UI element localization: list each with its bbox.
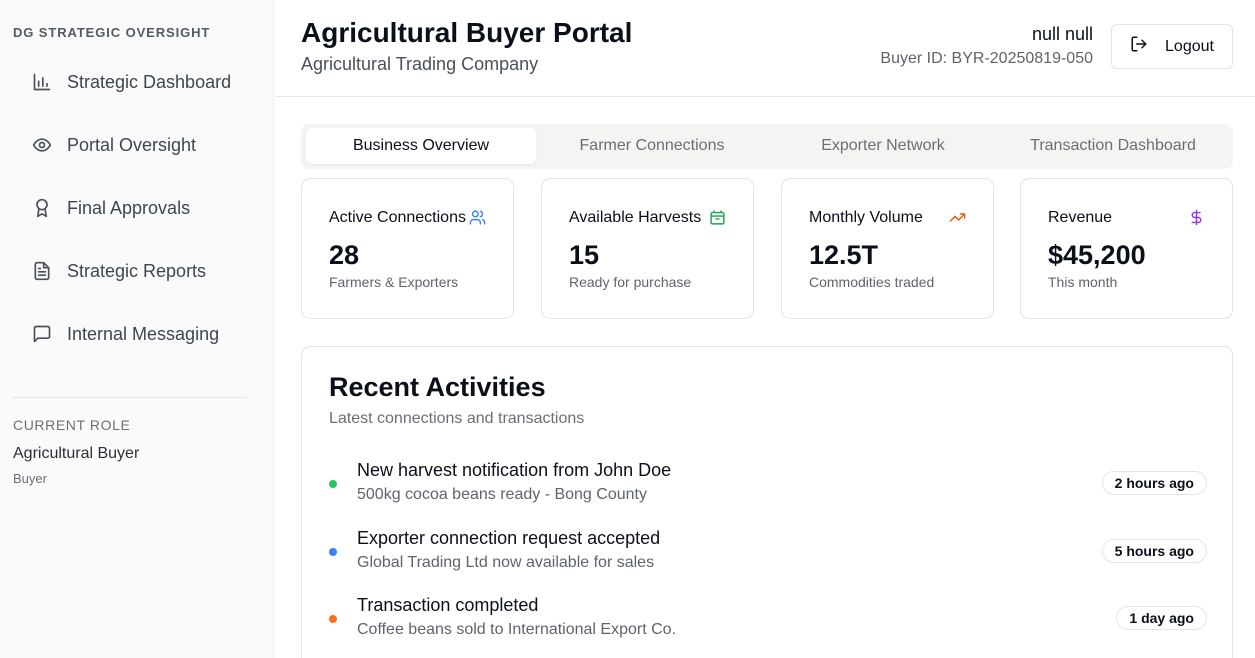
- stat-label: Available Harvests: [569, 209, 702, 226]
- stat-card-monthly-volume: Monthly Volume 12.5T Commodities traded: [781, 178, 994, 319]
- stat-subtext: Farmers & Exporters: [329, 274, 459, 290]
- stat-subtext: This month: [1048, 274, 1118, 290]
- user-name: null null: [1031, 24, 1093, 44]
- page-header: Agricultural Buyer Portal Agricultural T…: [275, 0, 1255, 97]
- logout-icon: [1130, 35, 1148, 58]
- stat-label: Active Connections: [329, 209, 466, 226]
- stat-value: 28: [329, 240, 360, 270]
- stat-label: Monthly Volume: [809, 209, 923, 226]
- award-icon: [31, 197, 53, 219]
- sidebar-item-internal-messaging[interactable]: Internal Messaging: [31, 314, 246, 354]
- page-title: Agricultural Buyer Portal: [301, 17, 633, 48]
- page-subtitle: Agricultural Trading Company: [301, 54, 539, 74]
- trending-up-icon: [948, 208, 966, 226]
- sidebar-item-strategic-dashboard[interactable]: Strategic Dashboard: [31, 62, 246, 102]
- eye-icon: [31, 134, 53, 156]
- time-badge: 5 hours ago: [1101, 539, 1207, 563]
- sidebar-item-label: Internal Messaging: [67, 323, 220, 344]
- status-dot: [329, 548, 337, 556]
- activity-item: Exporter connection request accepted Glo…: [329, 528, 1207, 582]
- sidebar: DG STRATEGIC OVERSIGHT Strategic Dashboa…: [0, 0, 274, 658]
- tab-exporter-network[interactable]: Exporter Network: [768, 128, 998, 164]
- time-badge: 1 day ago: [1116, 606, 1207, 630]
- sidebar-divider: [12, 397, 247, 398]
- sidebar-item-label: Strategic Reports: [67, 260, 207, 281]
- activity-title: Exporter connection request accepted: [357, 528, 661, 548]
- package-icon: [708, 208, 726, 226]
- status-dot: [329, 615, 337, 623]
- stat-subtext: Commodities traded: [809, 274, 935, 290]
- dollar-sign-icon: [1187, 208, 1205, 226]
- stat-value: 15: [569, 240, 600, 270]
- status-dot: [329, 480, 337, 488]
- message-square-icon: [31, 323, 53, 345]
- stat-label: Revenue: [1048, 209, 1113, 226]
- sidebar-item-label: Strategic Dashboard: [67, 71, 232, 92]
- time-badge: 2 hours ago: [1101, 471, 1207, 495]
- stat-card-revenue: Revenue $45,200 This month: [1020, 178, 1233, 319]
- stat-subtext: Ready for purchase: [569, 274, 692, 290]
- logout-label: Logout: [1165, 37, 1214, 55]
- section-subtitle: Latest connections and transactions: [329, 410, 585, 427]
- stat-card-available-harvests: Available Harvests 15 Ready for purchase: [541, 178, 754, 319]
- sidebar-item-portal-oversight[interactable]: Portal Oversight: [31, 125, 246, 165]
- tab-bar: Business Overview Farmer Connections Exp…: [301, 124, 1233, 169]
- activity-detail: 500kg cocoa beans ready - Bong County: [357, 486, 647, 503]
- activity-detail: Global Trading Ltd now available for sal…: [357, 554, 655, 571]
- file-text-icon: [31, 260, 53, 282]
- sidebar-item-label: Portal Oversight: [67, 134, 197, 155]
- sidebar-item-final-approvals[interactable]: Final Approvals: [31, 188, 246, 228]
- stat-value: $45,200: [1048, 240, 1146, 270]
- buyer-id: Buyer ID: BYR-20250819-050: [880, 50, 1093, 67]
- tab-farmer-connections[interactable]: Farmer Connections: [537, 128, 767, 164]
- current-role-type: Buyer: [13, 471, 47, 486]
- recent-activities-panel: Recent Activities Latest connections and…: [301, 346, 1233, 658]
- current-role-heading: CURRENT ROLE: [13, 417, 131, 433]
- tab-business-overview[interactable]: Business Overview: [306, 128, 536, 164]
- activity-item: Transaction completed Coffee beans sold …: [329, 595, 1207, 649]
- stat-value: 12.5T: [809, 240, 879, 270]
- sidebar-item-label: Final Approvals: [67, 197, 191, 218]
- stat-card-active-connections: Active Connections 28 Farmers & Exporter…: [301, 178, 514, 319]
- logout-button[interactable]: Logout: [1111, 24, 1233, 69]
- tab-transaction-dashboard[interactable]: Transaction Dashboard: [998, 128, 1228, 164]
- activity-title: New harvest notification from John Doe: [357, 460, 672, 480]
- section-title: Recent Activities: [329, 372, 546, 402]
- bar-chart-icon: [31, 71, 53, 93]
- sidebar-brand: DG STRATEGIC OVERSIGHT: [13, 25, 211, 40]
- activity-title: Transaction completed: [357, 595, 539, 615]
- sidebar-item-strategic-reports[interactable]: Strategic Reports: [31, 251, 246, 291]
- activity-item: New harvest notification from John Doe 5…: [329, 460, 1207, 514]
- current-role-name: Agricultural Buyer: [13, 445, 140, 462]
- activity-detail: Coffee beans sold to International Expor…: [357, 621, 677, 638]
- users-icon: [468, 208, 486, 226]
